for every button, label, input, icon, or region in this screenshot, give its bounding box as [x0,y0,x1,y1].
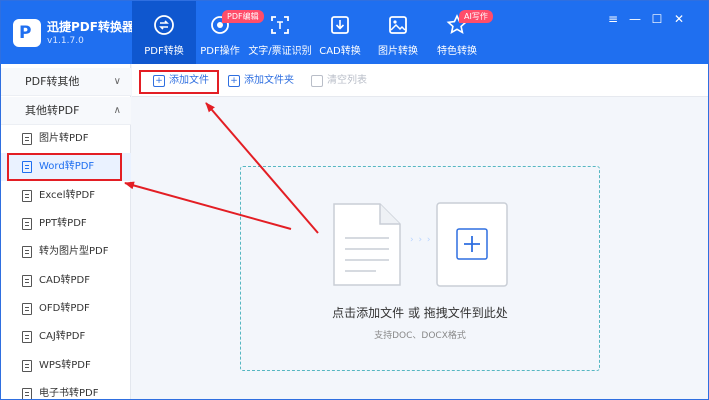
file-icon [22,303,32,315]
app-logo: P [13,19,41,47]
sidebar-item-to-image-pdf[interactable]: 转为图片型PDF [1,238,131,266]
sidebar-item-label: OFD转PDF [39,303,90,314]
add-folder-icon: + [228,75,240,87]
sidebar-item-label: PPT转PDF [39,218,87,229]
file-icon [22,190,32,202]
add-file-icon: + [153,75,165,87]
drop-zone-main-text: 点击添加文件 或 拖拽文件到此处 [332,306,508,320]
image-icon [389,16,407,34]
tab-label: CAD转换 [319,46,361,57]
file-icon [22,388,32,399]
clear-list-button[interactable]: 清空列表 [311,73,367,89]
sidebar-item-excel-to-pdf[interactable]: Excel转PDF [1,182,131,210]
ocr-icon [271,16,289,34]
chevrons-right-icon: › › › [410,235,432,245]
file-icon [22,133,32,145]
clear-list-label: 清空列表 [327,75,367,86]
sidebar-item-ppt-to-pdf[interactable]: PPT转PDF [1,210,131,238]
menu-icon[interactable]: ≡ [605,11,621,27]
group-label: PDF转其他 [25,75,80,88]
sidebar-item-caj-to-pdf[interactable]: CAJ转PDF [1,323,131,351]
tab-ocr[interactable]: 文字/票证识别 [248,1,312,64]
main-area: › › › 点击添加文件 或 拖拽文件到此处 支持DOC、DOCX格式 [132,98,708,399]
sidebar-group-pdf-to-other[interactable]: PDF转其他 ∨ [1,68,131,96]
tab-label: 文字/票证识别 [248,46,312,57]
sidebar-item-image-to-pdf[interactable]: 图片转PDF [1,125,131,153]
app-window: P 迅捷PDF转换器 v1.1.7.0 PDF转换 PDF操作 PDF编辑 文字… [0,0,709,400]
tab-label: PDF转换 [144,46,184,57]
tab-cad[interactable]: CAD转换 [315,1,365,64]
file-icon [22,275,32,287]
sidebar-item-label: Word转PDF [39,161,95,172]
file-icon [22,360,32,372]
sidebar-item-ofd-to-pdf[interactable]: OFD转PDF [1,295,131,323]
sidebar-item-label: 转为图片型PDF [39,246,109,257]
top-bar: P 迅捷PDF转换器 v1.1.7.0 PDF转换 PDF操作 PDF编辑 文字… [1,1,708,64]
tab-label: PDF操作 [200,46,240,57]
trash-icon [311,75,323,87]
convert-icon [154,15,174,35]
file-icon [22,331,32,343]
sidebar: PDF转其他 ∨ 其他转PDF ∧ 图片转PDF Word转PDF Excel转… [1,64,131,399]
tab-image[interactable]: 图片转换 [373,1,423,64]
ai-writing-badge: AI写作 [459,10,493,23]
chevron-down-icon: ∨ [113,76,121,87]
add-folder-label: 添加文件夹 [244,75,294,86]
cad-icon [331,16,349,34]
sidebar-item-word-to-pdf[interactable]: Word转PDF [1,153,131,181]
file-drop-zone[interactable]: › › › 点击添加文件 或 拖拽文件到此处 支持DOC、DOCX格式 [240,166,600,371]
app-version: v1.1.7.0 [47,36,84,46]
add-folder-button[interactable]: + 添加文件夹 [228,73,294,89]
sidebar-item-label: WPS转PDF [39,360,91,371]
word-file-icon [22,161,32,173]
tab-label: 图片转换 [378,46,418,57]
document-icon [333,203,401,286]
sidebar-item-label: CAJ转PDF [39,331,86,342]
logo-glyph: P [19,23,32,43]
tab-label: 特色转换 [437,46,477,57]
sidebar-item-wps-to-pdf[interactable]: WPS转PDF [1,352,131,380]
minimize-icon[interactable]: — [627,11,643,27]
add-file-label: 添加文件 [169,75,209,86]
file-icon [22,218,32,230]
sidebar-item-label: Excel转PDF [39,190,95,201]
sidebar-item-cad-to-pdf[interactable]: CAD转PDF [1,267,131,295]
toolbar: + 添加文件 + 添加文件夹 清空列表 [132,64,708,97]
app-name: 迅捷PDF转换器 [47,20,134,34]
file-icon [22,246,32,258]
drop-zone-format-hint: 支持DOC、DOCX格式 [374,331,466,341]
sidebar-item-label: CAD转PDF [39,275,91,286]
close-icon[interactable]: ✕ [671,11,687,27]
sidebar-item-label: 电子书转PDF [39,388,99,399]
add-file-button[interactable]: + 添加文件 [153,73,209,89]
tab-pdf-convert[interactable]: PDF转换 [132,1,196,64]
maximize-icon[interactable]: ☐ [649,11,665,27]
add-file-card [436,202,508,287]
group-label: 其他转PDF [25,104,80,117]
chevron-up-icon: ∧ [113,105,121,116]
sidebar-item-ebook-to-pdf[interactable]: 电子书转PDF [1,380,131,399]
sidebar-item-label: 图片转PDF [39,133,89,144]
sidebar-group-other-to-pdf[interactable]: 其他转PDF ∧ [1,97,131,125]
